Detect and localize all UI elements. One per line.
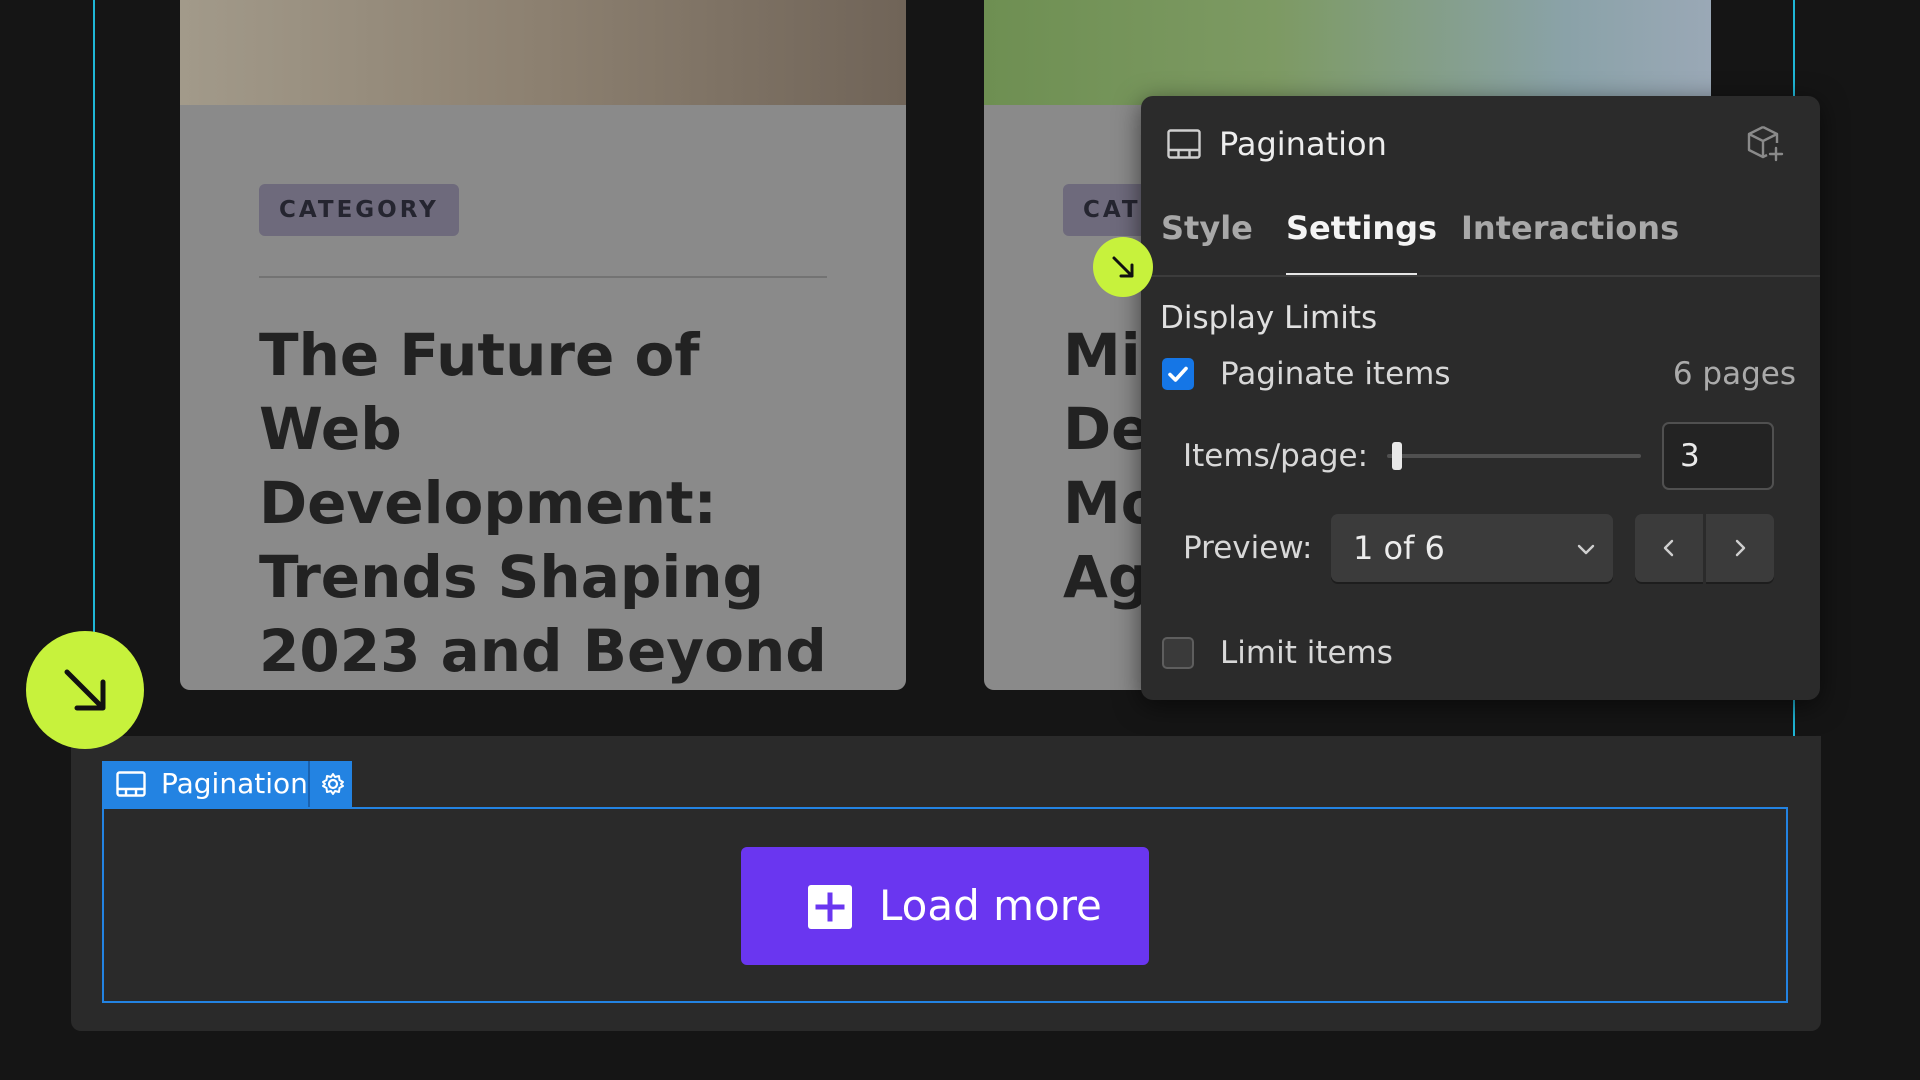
chevron-left-icon <box>1663 539 1674 557</box>
preview-page-select[interactable]: 1 of 6 <box>1331 514 1613 582</box>
load-more-label: Load more <box>879 881 1102 930</box>
cursor-marker <box>26 631 144 749</box>
pagination-icon <box>116 771 146 797</box>
tab-settings[interactable]: Settings <box>1286 206 1437 250</box>
section-label: Display Limits <box>1160 300 1378 336</box>
next-page-button[interactable] <box>1706 514 1774 582</box>
card-divider <box>259 276 827 278</box>
previous-page-button[interactable] <box>1635 514 1703 582</box>
tab-style[interactable]: Style <box>1161 206 1253 250</box>
slider-thumb[interactable] <box>1391 442 1402 470</box>
paginate-items-label: Paginate items <box>1220 356 1451 392</box>
tab-interactions[interactable]: Interactions <box>1461 206 1679 250</box>
check-icon <box>1168 366 1188 382</box>
preview-label: Preview: <box>1183 530 1313 566</box>
blog-card[interactable]: CATEGORY The Future of Web Development: … <box>180 0 906 690</box>
items-per-page-slider[interactable] <box>1387 454 1641 458</box>
element-tag-label: Pagination <box>161 767 308 800</box>
load-more-button[interactable]: Load more <box>741 847 1149 965</box>
card-image <box>180 0 906 105</box>
items-per-page-input[interactable]: 3 <box>1662 422 1774 490</box>
limit-items-label: Limit items <box>1220 635 1393 671</box>
arrow-down-right-icon <box>64 669 106 711</box>
pagination-icon <box>1167 129 1201 159</box>
card-image <box>984 0 1711 105</box>
chevron-down-icon <box>1577 544 1595 555</box>
items-per-page-label: Items/page: <box>1183 438 1369 474</box>
cursor-marker <box>1093 237 1153 297</box>
arrow-down-right-icon <box>1112 256 1134 278</box>
card-title-line: Ag <box>1063 543 1150 611</box>
limit-items-checkbox[interactable] <box>1162 637 1194 669</box>
preview-page-value: 1 of 6 <box>1353 529 1445 567</box>
pagination-settings-panel: Pagination Style Settings Interactions D… <box>1141 96 1820 700</box>
card-title-line: De <box>1063 395 1151 463</box>
element-tag[interactable]: Pagination <box>102 761 352 807</box>
component-add-icon[interactable] <box>1745 123 1785 163</box>
pages-count: 6 pages <box>1672 356 1796 392</box>
tabs-divider <box>1141 275 1820 277</box>
paginate-items-checkbox[interactable] <box>1162 358 1194 390</box>
category-badge: CATEGORY <box>259 184 459 236</box>
plus-icon <box>808 885 852 929</box>
card-title-line: Mi <box>1063 321 1141 389</box>
element-tag-separator <box>308 761 310 807</box>
panel-title: Pagination <box>1219 125 1387 163</box>
card-title: The Future of Web Development: Trends Sh… <box>259 321 827 685</box>
chevron-right-icon <box>1735 539 1746 557</box>
gear-icon[interactable] <box>320 771 346 797</box>
